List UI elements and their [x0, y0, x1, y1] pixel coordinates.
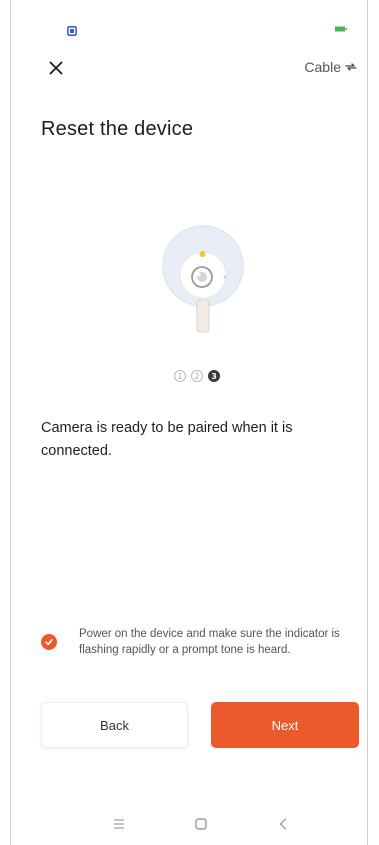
step-2: 2 [191, 370, 203, 382]
confirm-row: Power on the device and make sure the in… [41, 626, 361, 658]
close-button[interactable] [45, 57, 67, 79]
connection-mode-label: Cable [304, 59, 341, 75]
step-indicator: 1 2 3 [174, 370, 220, 382]
cable-icon [345, 63, 357, 71]
app-screen: Cable Reset the device 1 2 3 Camera is r… [10, 0, 368, 845]
camera-icon [162, 225, 244, 333]
nav-home-button[interactable] [191, 817, 211, 831]
step-1: 1 [174, 370, 186, 382]
instruction-text: Camera is ready to be paired when it is … [41, 420, 293, 459]
step-3-current: 3 [208, 370, 220, 382]
back-button[interactable]: Back [41, 702, 188, 748]
app-notification-icon [67, 26, 77, 36]
confirm-text: Power on the device and make sure the in… [79, 628, 340, 656]
next-button[interactable]: Next [211, 702, 359, 748]
menu-icon [114, 819, 124, 829]
battery-icon [335, 26, 347, 32]
nav-menu-button[interactable] [109, 817, 129, 831]
back-icon [279, 818, 287, 830]
close-icon [49, 61, 63, 75]
next-button-label: Next [271, 717, 299, 733]
nav-back-button[interactable] [273, 817, 293, 831]
connection-mode-toggle[interactable]: Cable [304, 59, 357, 75]
check-icon [45, 639, 53, 646]
confirm-checkbox[interactable] [41, 634, 57, 650]
page-title: Reset the device [41, 118, 194, 140]
back-button-label: Back [100, 717, 129, 733]
home-icon [195, 818, 207, 830]
